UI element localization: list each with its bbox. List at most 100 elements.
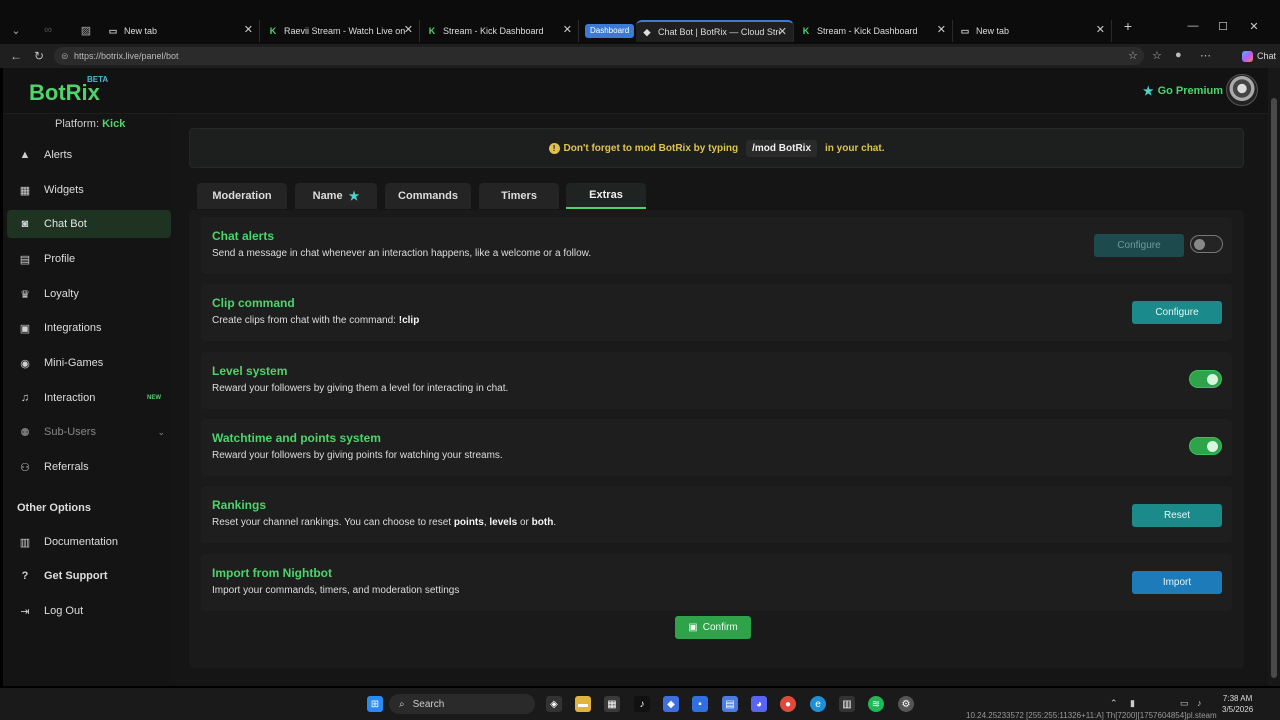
copilot-icon bbox=[1241, 50, 1253, 62]
copilot-chat-button[interactable]: Chat bbox=[1241, 47, 1276, 65]
sidebar: Platform: Kick ▲ Alerts ▦ Widgets ◙ Chat… bbox=[3, 114, 171, 686]
grid-icon: ▦ bbox=[19, 184, 31, 197]
sidebar-item-chat-bot[interactable]: ◙ Chat Bot bbox=[7, 210, 171, 238]
tab-extras[interactable]: Extras bbox=[566, 183, 646, 209]
new-tab-icon: ▭ bbox=[960, 25, 970, 36]
tab-list-icon[interactable]: ⌄ bbox=[6, 20, 26, 40]
maximize-icon[interactable]: ☐ bbox=[1213, 20, 1233, 33]
new-tab-button[interactable]: + bbox=[1118, 18, 1138, 34]
close-icon[interactable]: ✕ bbox=[937, 23, 946, 36]
reset-button[interactable]: Reset bbox=[1132, 504, 1222, 527]
bookmark-star-icon[interactable]: ☆ bbox=[1128, 49, 1138, 62]
botrix-logo[interactable]: BotRix BETA bbox=[29, 75, 108, 106]
page-scrollbar[interactable] bbox=[1268, 68, 1280, 686]
edge-icon[interactable]: e bbox=[810, 696, 826, 712]
top-header: BotRix BETA ★ Go Premium bbox=[3, 68, 1268, 114]
task-view-icon[interactable]: ◈ bbox=[546, 696, 562, 712]
url-field[interactable]: ⊜ https://botrix.live/panel/bot bbox=[54, 47, 1144, 65]
users-icon: ⚉ bbox=[20, 426, 30, 439]
microphone-icon[interactable]: ▮ bbox=[1130, 698, 1135, 709]
pinned-tab-icon[interactable]: ▨ bbox=[76, 20, 96, 40]
book-icon: ▥ bbox=[19, 536, 31, 549]
volume-icon[interactable]: ♪ bbox=[1197, 698, 1202, 708]
sidebar-item-referrals[interactable]: ⚇ Referrals bbox=[7, 453, 171, 481]
puzzle-icon: ▣ bbox=[19, 322, 31, 335]
sidebar-item-profile[interactable]: ▤ Profile bbox=[7, 245, 171, 273]
go-premium-button[interactable]: ★ Go Premium bbox=[1143, 84, 1223, 98]
tiktok-icon[interactable]: ♪ bbox=[634, 696, 650, 712]
more-menu-icon[interactable]: ⋯ bbox=[1200, 49, 1211, 62]
store-icon[interactable]: ▦ bbox=[604, 696, 620, 712]
reload-icon[interactable]: ↻ bbox=[34, 49, 44, 63]
tab-new-tab-2[interactable]: ▭ New tab ✕ bbox=[954, 20, 1112, 42]
close-icon[interactable]: ✕ bbox=[404, 23, 413, 36]
browser-tab-strip: ⌄ ∞ ▨ ▭ New tab ✕ K Raevii Stream - Watc… bbox=[0, 0, 1280, 44]
user-group-icon: ⚇ bbox=[20, 461, 30, 474]
close-icon[interactable]: ✕ bbox=[1096, 23, 1105, 36]
windows-start-icon[interactable]: ⊞ bbox=[367, 696, 383, 712]
file-explorer-icon[interactable]: ▬ bbox=[575, 696, 591, 712]
taskbar-search[interactable]: ⌕ Search bbox=[389, 694, 535, 714]
spotify-icon[interactable]: ≋ bbox=[868, 696, 884, 712]
tab-name[interactable]: Name ★ bbox=[295, 183, 377, 209]
tab-kick-dashboard-2[interactable]: K Stream - Kick Dashboard ✕ bbox=[795, 20, 953, 42]
discord-icon[interactable]: ◕ bbox=[751, 696, 767, 712]
tray-overflow-icon[interactable]: ⌃ bbox=[1110, 698, 1118, 709]
tab-commands[interactable]: Commands bbox=[385, 183, 471, 209]
terminal-icon[interactable]: ▥ bbox=[839, 696, 855, 712]
back-icon[interactable]: ← bbox=[10, 49, 22, 63]
tab-moderation[interactable]: Moderation bbox=[197, 183, 287, 209]
close-icon[interactable]: ✕ bbox=[563, 23, 572, 36]
import-button[interactable]: Import bbox=[1132, 571, 1222, 594]
copilot-app-icon[interactable]: ◆ bbox=[663, 696, 679, 712]
minimize-icon[interactable]: — bbox=[1183, 20, 1203, 32]
sidebar-item-alerts[interactable]: ▲ Alerts bbox=[7, 141, 171, 169]
tab-raevii-stream[interactable]: K Raevii Stream - Watch Live on Kick ✕ bbox=[262, 20, 420, 42]
sidebar-item-integrations[interactable]: ▣ Integrations bbox=[7, 314, 171, 342]
sidebar-item-documentation[interactable]: ▥ Documentation bbox=[7, 528, 171, 556]
favorites-icon[interactable]: ☆ bbox=[1152, 49, 1162, 62]
close-icon[interactable]: ✕ bbox=[244, 23, 253, 36]
sidebar-item-get-support[interactable]: ? Get Support bbox=[7, 562, 171, 590]
sidebar-item-widgets[interactable]: ▦ Widgets bbox=[7, 176, 171, 204]
id-card-icon: ▤ bbox=[19, 253, 31, 266]
tab-botrix-chatbot[interactable]: ◆ Chat Bot | BotRix — Cloud Streami ✕ bbox=[636, 20, 794, 42]
tab-kick-dashboard-1[interactable]: K Stream - Kick Dashboard ✕ bbox=[421, 20, 579, 42]
site-info-icon[interactable]: ⊜ bbox=[61, 47, 69, 65]
confirm-button[interactable]: ▣ Confirm bbox=[675, 616, 751, 639]
mod-reminder-banner: ! Don't forget to mod BotRix by typing /… bbox=[189, 128, 1244, 168]
botrix-icon: ◆ bbox=[643, 26, 651, 37]
sidebar-item-sub-users[interactable]: ⚉ Sub-Users ⌄ bbox=[7, 418, 171, 446]
window-close-icon[interactable]: ✕ bbox=[1244, 20, 1264, 33]
network-icon[interactable]: ▭ bbox=[1180, 698, 1189, 709]
close-icon[interactable]: ✕ bbox=[778, 25, 787, 38]
level-system-toggle[interactable] bbox=[1189, 370, 1222, 388]
sidebar-item-mini-games[interactable]: ◉ Mini-Games bbox=[7, 349, 171, 377]
address-bar-row: ← ↻ ⊜ https://botrix.live/panel/bot ☆ ☆ … bbox=[0, 44, 1280, 68]
tab-timers[interactable]: Timers bbox=[479, 183, 559, 209]
watchtime-toggle[interactable] bbox=[1189, 437, 1222, 455]
chrome-icon[interactable]: ● bbox=[780, 696, 796, 712]
gamepad-icon: ◉ bbox=[20, 357, 30, 370]
sidebar-item-loyalty[interactable]: ♛ Loyalty bbox=[7, 280, 171, 308]
app-icon[interactable]: ▪ bbox=[692, 696, 708, 712]
scrollbar-thumb[interactable] bbox=[1271, 98, 1277, 678]
mod-command: /mod BotRix bbox=[746, 139, 818, 157]
avatar[interactable] bbox=[1226, 74, 1258, 106]
sidebar-item-interaction[interactable]: ♫ Interaction NEW bbox=[7, 384, 171, 412]
notepad-icon[interactable]: ▤ bbox=[722, 696, 738, 712]
taskbar-clock[interactable]: 7:38 AM 3/5/2026 bbox=[1222, 693, 1253, 715]
configure-button[interactable]: Configure bbox=[1132, 301, 1222, 324]
warning-icon: ▲ bbox=[19, 149, 31, 161]
star-icon: ★ bbox=[1142, 84, 1154, 98]
chat-alerts-toggle[interactable] bbox=[1190, 235, 1223, 253]
tab-group-label[interactable]: Dashboard bbox=[585, 24, 635, 38]
sidebar-item-log-out[interactable]: ⇥ Log Out bbox=[7, 597, 171, 625]
save-icon: ▣ bbox=[688, 622, 698, 633]
steam-icon[interactable]: ⚙ bbox=[898, 696, 914, 712]
tab-group-icon[interactable]: ∞ bbox=[38, 20, 58, 40]
other-options-heading: Other Options bbox=[17, 502, 91, 514]
tab-new-tab-1[interactable]: ▭ New tab ✕ bbox=[102, 20, 260, 42]
configure-button[interactable]: Configure bbox=[1094, 234, 1184, 257]
profile-icon[interactable]: ● bbox=[1175, 49, 1182, 61]
